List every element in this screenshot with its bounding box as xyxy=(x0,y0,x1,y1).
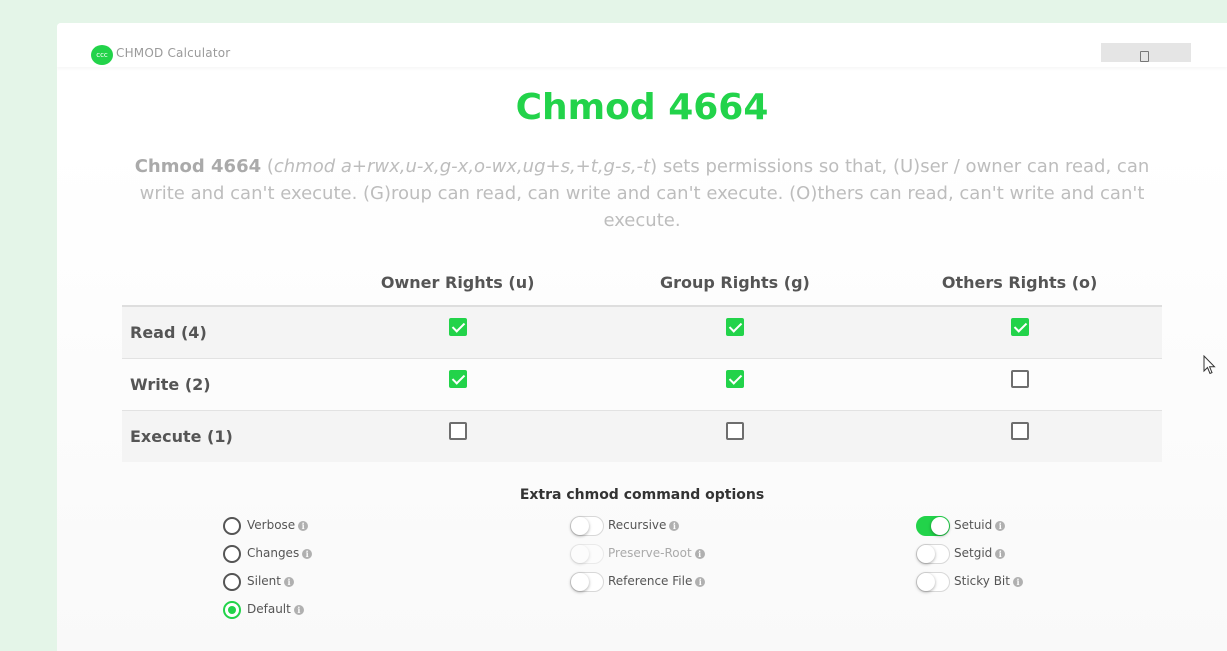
option-label: Preserve-Root xyxy=(608,546,692,560)
info-icon[interactable]: i xyxy=(995,520,1006,531)
info-icon[interactable]: i xyxy=(302,548,313,559)
option-label: Verbose xyxy=(247,518,296,532)
option-preserve-root[interactable]: Preserve-Root i xyxy=(570,543,705,564)
permission-checkbox[interactable] xyxy=(448,317,467,336)
permission-checkbox[interactable] xyxy=(725,421,744,440)
option-label: Changes xyxy=(247,546,300,560)
info-icon[interactable]: i xyxy=(1012,576,1023,587)
header-owner: Owner Rights (u) xyxy=(322,260,593,307)
info-icon[interactable]: i xyxy=(995,548,1006,559)
permission-row: Write (2) xyxy=(122,358,1162,411)
option-label: Setgid xyxy=(954,546,993,560)
info-icon[interactable]: i xyxy=(298,520,309,531)
permission-cell xyxy=(877,358,1162,411)
page-title: Chmod 4664 xyxy=(515,87,769,128)
option-label: Sticky Bit xyxy=(954,574,1010,588)
option-sticky-bit[interactable]: Sticky Bit i xyxy=(916,571,1023,592)
permission-cell xyxy=(592,358,878,411)
info-icon[interactable]: i xyxy=(669,520,680,531)
permission-row: Execute (1) xyxy=(122,410,1162,462)
toggle-switch[interactable] xyxy=(570,543,604,564)
mouse-cursor-icon xyxy=(1203,355,1216,375)
option-label: Setuid xyxy=(954,518,993,532)
brand-name[interactable]: CHMOD Calculator xyxy=(116,46,230,60)
permission-checkbox[interactable] xyxy=(1010,317,1029,336)
permission-checkbox[interactable] xyxy=(725,369,744,388)
option-default[interactable]: Default i xyxy=(223,599,304,619)
option-label: Recursive xyxy=(608,518,667,532)
permission-cell xyxy=(592,306,878,359)
toggle-switch[interactable] xyxy=(570,515,604,536)
header-others: Others Rights (o) xyxy=(877,260,1162,307)
permission-cell xyxy=(877,410,1162,462)
permission-checkbox[interactable] xyxy=(725,317,744,336)
toggle-switch[interactable] xyxy=(916,515,950,536)
permission-row: Read (4) xyxy=(122,306,1162,359)
calculator-card: ccc CHMOD Calculator Chmod 4664 Chmod 46… xyxy=(57,23,1227,651)
radio-button[interactable] xyxy=(223,572,241,591)
option-recursive[interactable]: Recursive i xyxy=(570,515,680,536)
radio-button[interactable] xyxy=(223,600,241,619)
options-title: Extra chmod command options xyxy=(519,487,765,503)
permission-checkbox[interactable] xyxy=(448,421,467,440)
toggle-switch[interactable] xyxy=(570,571,604,592)
toggle-switch[interactable] xyxy=(916,543,950,564)
header-blank xyxy=(122,260,323,307)
option-label: Reference File xyxy=(608,574,693,588)
header-group: Group Rights (g) xyxy=(592,260,878,307)
permission-cell xyxy=(322,306,593,359)
permission-checkbox[interactable] xyxy=(1010,369,1029,388)
option-setuid[interactable]: Setuid i xyxy=(916,515,1006,536)
permission-checkbox[interactable] xyxy=(1010,421,1029,440)
option-verbose[interactable]: Verbose i xyxy=(223,515,309,535)
permission-checkbox[interactable] xyxy=(448,369,467,388)
option-label: Silent xyxy=(247,574,281,588)
description-command: chmod a+rwx,u-x,g-x,o-wx,ug+s,+t,g-s,-t xyxy=(273,156,651,177)
option-changes[interactable]: Changes i xyxy=(223,543,313,563)
option-reference-file[interactable]: Reference File i xyxy=(570,571,706,592)
permission-cell xyxy=(322,410,593,462)
radio-button[interactable] xyxy=(223,544,241,563)
info-icon[interactable]: i xyxy=(694,548,705,559)
description: Chmod 4664 (chmod a+rwx,u-x,g-x,o-wx,ug+… xyxy=(134,156,1150,231)
option-silent[interactable]: Silent i xyxy=(223,571,294,591)
file-button[interactable] xyxy=(1101,43,1191,62)
radio-button[interactable] xyxy=(223,516,241,535)
permissions-header-row: Owner Rights (u) Group Rights (g) Others… xyxy=(122,260,1162,307)
permission-cell xyxy=(592,410,878,462)
permissions-table: Owner Rights (u) Group Rights (g) Others… xyxy=(122,260,1162,462)
permission-cell xyxy=(877,306,1162,359)
info-icon[interactable]: i xyxy=(283,576,294,587)
option-label: Default xyxy=(247,602,291,616)
permission-row-label: Execute (1) xyxy=(122,410,323,462)
top-bar: ccc CHMOD Calculator xyxy=(57,23,1227,67)
permission-cell xyxy=(322,358,593,411)
file-icon xyxy=(1140,51,1149,62)
logo-icon[interactable]: ccc xyxy=(91,45,113,65)
info-icon[interactable]: i xyxy=(695,576,706,587)
description-lead: Chmod 4664 xyxy=(134,156,262,177)
info-icon[interactable]: i xyxy=(293,604,304,615)
option-setgid[interactable]: Setgid i xyxy=(916,543,1006,564)
permission-row-label: Write (2) xyxy=(122,358,323,411)
permission-row-label: Read (4) xyxy=(122,306,323,359)
toggle-switch[interactable] xyxy=(916,571,950,592)
